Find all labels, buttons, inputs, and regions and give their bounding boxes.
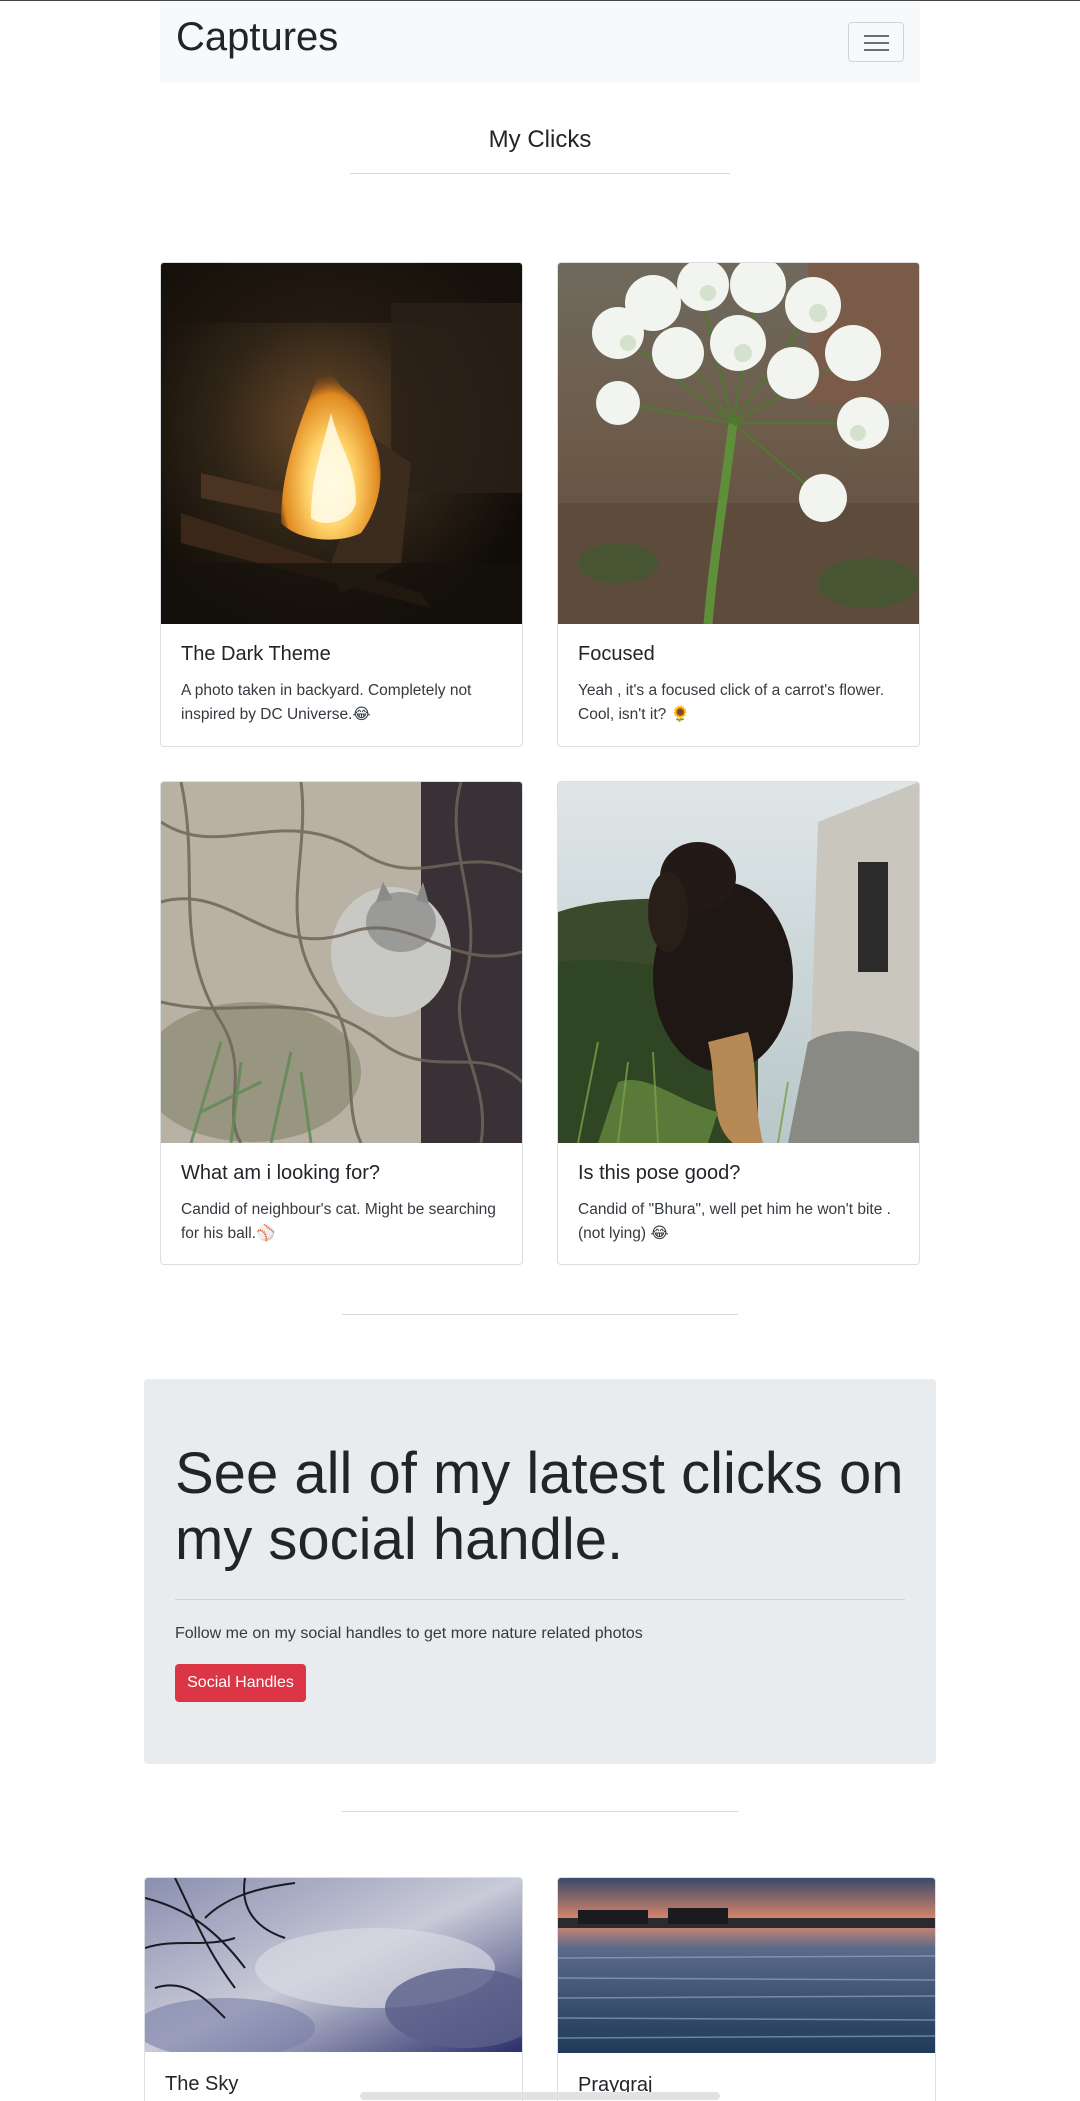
card-text: Yeah , it's a focused click of a carrot'…	[578, 682, 885, 723]
section-divider	[342, 1314, 738, 1315]
photo-card: Praygraj	[557, 1877, 936, 2101]
section-divider	[350, 173, 730, 174]
hamburger-icon-bar	[864, 35, 889, 37]
hamburger-icon-bar	[864, 49, 889, 51]
dog-photo	[558, 782, 919, 1143]
jumbotron-text: Follow me on my social handles to get mo…	[175, 1625, 643, 1642]
jumbotron-divider	[175, 1599, 905, 1600]
card-title: Focused	[578, 643, 655, 665]
card-text: A photo taken in backyard. Completely no…	[181, 682, 472, 723]
navbar: Captures	[160, 1, 920, 82]
photo-card: The Dark Theme A photo taken in backyard…	[160, 262, 523, 747]
card-title: The Dark Theme	[181, 643, 331, 665]
card-title: The Sky	[165, 2073, 239, 2095]
card-text: Candid of neighbour's cat. Might be sear…	[181, 1201, 496, 1242]
card-title: What am i looking for?	[181, 1162, 380, 1184]
photo-card: Focused Yeah , it's a focused click of a…	[557, 262, 920, 747]
card-title: Is this pose good?	[578, 1162, 741, 1184]
horizontal-scrollbar[interactable]	[360, 2092, 720, 2100]
social-handles-button[interactable]: Social Handles	[175, 1664, 306, 1702]
section-divider	[342, 1811, 738, 1812]
navbar-brand[interactable]: Captures	[176, 15, 338, 59]
hamburger-icon-bar	[864, 42, 889, 44]
social-jumbotron: See all of my latest clicks on my social…	[144, 1379, 936, 1764]
white-flower-photo	[558, 263, 919, 624]
sky-photo	[145, 1878, 522, 2052]
photo-card: What am i looking for? Candid of neighbo…	[160, 781, 523, 1265]
photo-card: The Sky	[144, 1877, 523, 2101]
menu-toggle-button[interactable]	[848, 22, 904, 62]
card-text: Candid of "Bhura", well pet him he won't…	[578, 1201, 891, 1242]
cat-in-bushes-photo	[161, 782, 522, 1143]
jumbotron-heading: See all of my latest clicks on my social…	[175, 1441, 904, 1572]
photo-card: Is this pose good? Candid of "Bhura", we…	[557, 781, 920, 1265]
section-title: My Clicks	[488, 126, 592, 153]
campfire-photo	[161, 263, 522, 624]
river-sunset-photo	[558, 1878, 935, 2053]
